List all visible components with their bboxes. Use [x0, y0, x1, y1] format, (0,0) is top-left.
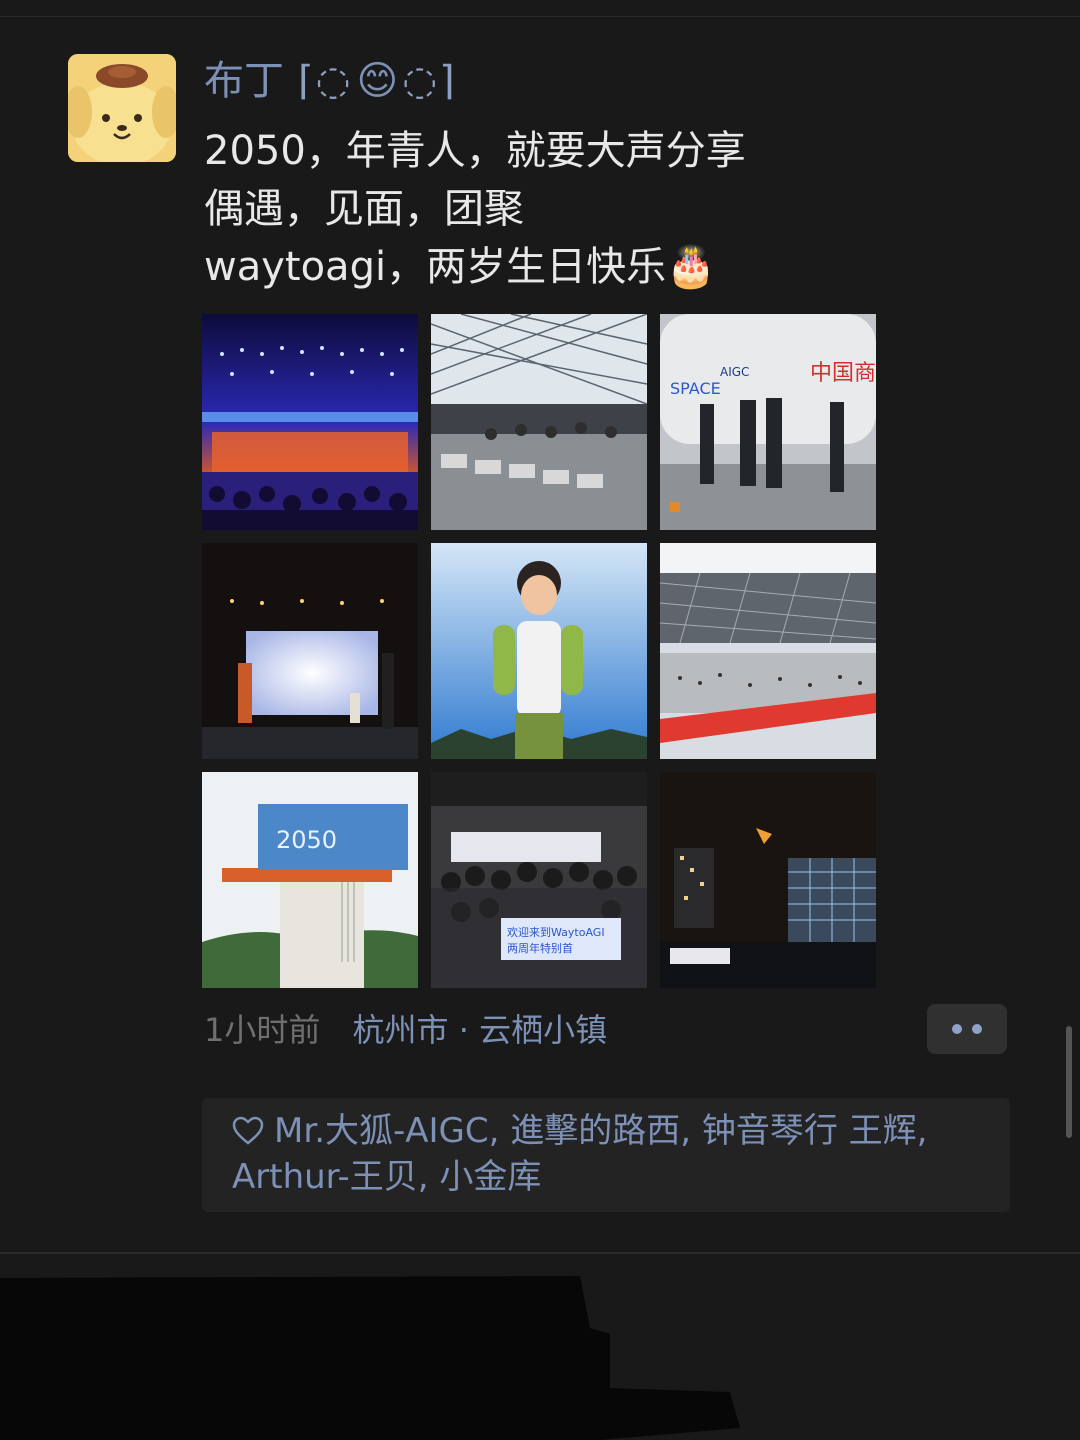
building-plaza-photo[interactable] — [660, 543, 876, 759]
post-divider — [0, 1252, 1080, 1254]
redacted-area — [0, 1268, 760, 1440]
post-text-line: 2050，年青人，就要大声分享 — [204, 128, 746, 174]
more-dot — [972, 1024, 982, 1034]
group-photo[interactable]: 欢迎来到WaytoAGI 两周年特别首 — [431, 772, 647, 988]
likes-names-line1[interactable]: Mr.大狐-AIGC, 進擊的路西, 钟音琴行 王辉, — [274, 1111, 928, 1151]
photo-grid: 中国商 SPACE AIGC 2050 欢迎来到WaytoAGI 两周年特别首 — [202, 314, 876, 988]
svg-text:中国商: 中国商 — [810, 361, 876, 386]
tower-2050-label: 2050 — [276, 826, 337, 854]
heart-outline-icon — [232, 1116, 264, 1145]
top-divider — [0, 16, 1080, 17]
svg-text:两周年特别首: 两周年特别首 — [507, 941, 573, 955]
post-text: 2050，年青人，就要大声分享 偶遇，见面，团聚 waytoagi，两岁生日快乐… — [204, 122, 904, 296]
child-portrait-photo[interactable] — [431, 543, 647, 759]
concert-stage-photo[interactable] — [202, 314, 418, 530]
username-deco-right: ◌⌉ — [402, 58, 457, 104]
more-dot — [952, 1024, 962, 1034]
more-dots-icon[interactable] — [927, 1004, 1007, 1054]
likes-names-line2[interactable]: Arthur-王贝, 小金库 — [232, 1154, 1002, 1200]
2050-tower-photo[interactable]: 2050 — [202, 772, 418, 988]
pompompurin-avatar-icon — [68, 54, 176, 162]
post-location[interactable]: 杭州市 · 云栖小镇 — [353, 1011, 608, 1049]
post-text-line: waytoagi，两岁生日快乐🎂 — [204, 244, 716, 290]
username-deco-left: ⌈◌ — [298, 58, 353, 104]
night-city-photo[interactable] — [660, 772, 876, 988]
graffiti-tank-photo[interactable]: 中国商 SPACE AIGC — [660, 314, 876, 530]
robot-dogs-photo[interactable] — [431, 314, 647, 530]
svg-text:欢迎来到WaytoAGI: 欢迎来到WaytoAGI — [507, 925, 605, 939]
username-row: 布丁 ⌈◌ 😊 ◌⌉ — [204, 56, 457, 106]
svg-text:SPACE: SPACE — [670, 379, 721, 398]
scrollbar[interactable] — [1066, 1026, 1072, 1138]
likes-list: Mr.大狐-AIGC, 進擊的路西, 钟音琴行 王辉, Arthur-王贝, 小… — [232, 1108, 1002, 1200]
post-text-line: 偶遇，见面，团聚 — [204, 186, 524, 232]
avatar[interactable] — [68, 54, 176, 162]
post-meta: 1小时前 杭州市 · 云栖小镇 — [204, 1006, 607, 1054]
svg-text:AIGC: AIGC — [720, 365, 749, 379]
post-time: 1小时前 — [204, 1011, 321, 1049]
username[interactable]: 布丁 — [204, 56, 284, 106]
smile-emoji-icon: 😊 — [356, 58, 399, 104]
likes-box: Mr.大狐-AIGC, 進擊的路西, 钟音琴行 王辉, Arthur-王贝, 小… — [202, 1098, 1010, 1212]
dance-performance-photo[interactable] — [202, 543, 418, 759]
